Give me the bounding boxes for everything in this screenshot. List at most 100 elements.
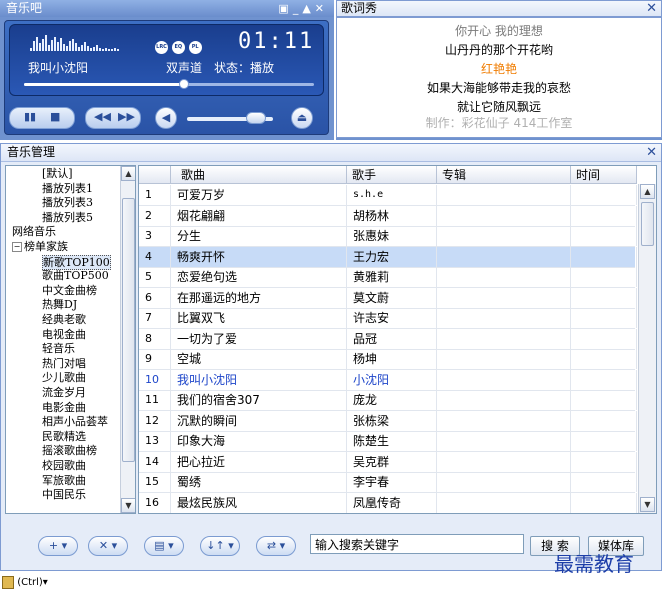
tree-item-selected[interactable]: 新歌TOP100 <box>42 254 111 270</box>
tree-item[interactable]: 播放列表5 <box>42 211 93 224</box>
row-index: 1 <box>139 185 171 205</box>
play-mode-button[interactable]: ⇄ ▾ <box>256 536 296 556</box>
ctrl-indicator[interactable]: (Ctrl)▾ <box>2 575 48 590</box>
table-scroll-thumb[interactable] <box>641 202 654 246</box>
eq-mode-icon[interactable]: EQ <box>171 41 185 54</box>
table-scroll-up[interactable]: ▲ <box>640 184 655 199</box>
volume-icon[interactable]: ◀ <box>155 107 177 129</box>
previous-track-button[interactable]: ◀◀ <box>94 110 111 123</box>
tree-item[interactable]: 电视金曲 <box>42 328 86 341</box>
column-header-artist[interactable]: 歌手 <box>347 166 437 184</box>
delete-button[interactable]: ✕ ▾ <box>88 536 128 556</box>
table-row[interactable]: 6 在那遥远的地方 莫文蔚 <box>139 287 637 309</box>
row-time <box>571 410 637 431</box>
column-header-time[interactable]: 时间 <box>571 166 637 184</box>
tree-item[interactable]: − 榜单家族 <box>12 240 68 253</box>
tree-item[interactable]: 民歌精选 <box>42 430 86 443</box>
tree-item-label: 轻音乐 <box>42 342 75 356</box>
table-row[interactable]: 13 印象大海 陈楚生 <box>139 431 637 452</box>
tree-item-label: 流金岁月 <box>42 386 86 399</box>
row-time <box>571 472 637 492</box>
tree-item[interactable]: 校园歌曲 <box>42 459 86 472</box>
tree-item[interactable]: [默认] <box>42 167 73 180</box>
column-header-album[interactable]: 专辑 <box>437 166 571 184</box>
table-row[interactable]: 3 分生 张惠妹 <box>139 226 637 247</box>
tree-item[interactable]: 军旅歌曲 <box>42 474 86 487</box>
table-row[interactable]: 7 比翼双飞 许志安 <box>139 308 637 329</box>
tree-item[interactable]: 经典老歌 <box>42 313 86 326</box>
tree-item[interactable]: 歌曲TOP500 <box>42 269 109 282</box>
player-body: 我叫小沈阳 LRC EQ PL 01:11 双声道 状态：播放 ▮▮ ■ ◀◀ … <box>4 20 329 135</box>
eject-button[interactable]: ⏏ <box>291 107 313 129</box>
table-row[interactable]: 11 我们的宿舍307 庞龙 <box>139 390 637 411</box>
table-scroll-down[interactable]: ▼ <box>640 497 655 512</box>
lyrics-close-icon[interactable]: ✕ <box>646 1 657 16</box>
tree-expander-icon[interactable]: − <box>12 242 22 252</box>
stop-button[interactable]: ■ <box>50 110 60 123</box>
manager-close-icon[interactable]: ✕ <box>646 144 657 161</box>
minimize-icon[interactable]: _ <box>293 2 303 15</box>
tree-item[interactable]: 流金岁月 <box>42 386 86 399</box>
tree-item-label: 军旅歌曲 <box>42 473 86 487</box>
table-row-selected[interactable]: 4 畅爽开怀 王力宏 <box>139 246 637 268</box>
tree-item[interactable]: 相声小品荟萃 <box>42 415 108 428</box>
table-row[interactable]: 5 恋爱绝句选 黄雅莉 <box>139 267 637 288</box>
tree-item[interactable]: 摇滚歌曲榜 <box>42 444 97 457</box>
watermark: 最需教育 <box>554 552 634 576</box>
tree-item[interactable]: 少儿歌曲 <box>42 371 86 384</box>
volume-handle[interactable] <box>245 112 266 124</box>
add-button[interactable]: + ▾ <box>38 536 78 556</box>
tree-scroll-up[interactable]: ▲ <box>121 166 135 181</box>
column-header-index[interactable] <box>139 166 171 184</box>
row-album <box>437 205 571 226</box>
tree-item[interactable]: 播放列表1 <box>42 182 93 195</box>
progress-track[interactable] <box>24 79 314 89</box>
shade-icon[interactable]: ▲ <box>302 2 314 15</box>
next-track-button[interactable]: ▶▶ <box>118 110 135 123</box>
tree-item[interactable]: 中国民乐 <box>42 488 86 501</box>
lyrics-title: 歌词秀 <box>341 1 378 15</box>
column-header-song[interactable]: 歌曲 <box>171 166 347 184</box>
table-row[interactable]: 9 空城 杨坤 <box>139 349 637 370</box>
tree-scrollbar[interactable]: ▲ ▼ <box>120 166 135 513</box>
row-index: 3 <box>139 226 171 246</box>
tree-item[interactable]: 中文金曲榜 <box>42 284 97 297</box>
tree-item[interactable]: 播放列表3 <box>42 196 93 209</box>
progress-handle[interactable] <box>178 79 189 89</box>
search-input[interactable] <box>310 534 524 554</box>
row-album <box>437 390 571 410</box>
table-row[interactable]: 8 一切为了爱 品冠 <box>139 328 637 350</box>
tree-item[interactable]: 热门对唱 <box>42 357 86 370</box>
volume-track[interactable] <box>187 112 273 124</box>
list-button[interactable]: ▤ ▾ <box>144 536 184 556</box>
sort-button[interactable]: ↓↑ ▾ <box>200 536 240 556</box>
playlist-mode-icon[interactable]: PL <box>188 41 202 54</box>
tree-item-label: [默认] <box>42 167 73 180</box>
tree-item[interactable]: 轻音乐 <box>42 342 75 355</box>
table-row[interactable]: 14 把心拉近 吴克群 <box>139 451 637 473</box>
table-row[interactable]: 1 可爱万岁 s.h.e <box>139 185 637 206</box>
close-icon[interactable]: ✕ <box>315 2 328 15</box>
tree-scroll-down[interactable]: ▼ <box>121 498 135 513</box>
row-artist: 吴克群 <box>347 451 437 472</box>
pause-button[interactable]: ▮▮ <box>24 110 36 123</box>
table-row[interactable]: 2 烟花翩翩 胡杨林 <box>139 205 637 227</box>
table-scrollbar[interactable]: ▲ ▼ <box>638 184 656 513</box>
table-row-playing[interactable]: 10 我叫小沈阳 小沈阳 <box>139 369 637 391</box>
row-index: 14 <box>139 451 171 472</box>
window-menu-icon[interactable]: ▣ <box>278 2 292 15</box>
row-album <box>437 226 571 246</box>
table-row[interactable]: 12 沉默的瞬间 张栋梁 <box>139 410 637 432</box>
row-time <box>571 226 637 246</box>
tree-item-label: 相声小品荟萃 <box>42 415 108 429</box>
table-row[interactable]: 15 蜀绣 李宇春 <box>139 472 637 493</box>
row-artist: 庞龙 <box>347 390 437 410</box>
table-row[interactable]: 16 最炫民族风 凤凰传奇 <box>139 492 637 513</box>
row-index: 10 <box>139 369 171 390</box>
tree-item[interactable]: 网络音乐 <box>12 225 56 238</box>
lyrics-titlebar: 歌词秀 ✕ <box>336 0 662 17</box>
lrc-mode-icon[interactable]: LRC <box>155 41 168 54</box>
tree-item[interactable]: 热舞DJ <box>42 298 77 311</box>
tree-item[interactable]: 电影金曲 <box>42 401 86 414</box>
tree-scroll-thumb[interactable] <box>122 198 135 462</box>
